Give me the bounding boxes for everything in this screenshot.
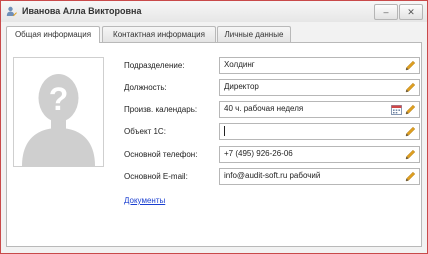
close-button[interactable]: ✕ xyxy=(399,4,423,20)
tab-contact-info[interactable]: Контактная информация xyxy=(102,26,216,42)
text-cursor xyxy=(224,126,225,136)
pencil-icon[interactable] xyxy=(405,104,416,115)
calendar-field[interactable]: 40 ч. рабочая неделя xyxy=(219,101,420,118)
position-label: Должность: xyxy=(124,83,167,92)
title-bar[interactable]: Иванова Алла Викторовна ‒ ✕ xyxy=(1,1,427,22)
tab-personal-data[interactable]: Личные данные xyxy=(217,26,291,42)
object1c-label: Объект 1С: xyxy=(124,127,166,136)
window-title: Иванова Алла Викторовна xyxy=(22,6,142,16)
department-label: Подразделение: xyxy=(124,61,185,70)
employee-photo[interactable]: ? xyxy=(13,57,104,167)
phone-value: +7 (495) 926-26-06 xyxy=(224,149,293,158)
email-label: Основной E-mail: xyxy=(124,172,188,181)
tab-general-info[interactable]: Общая информация xyxy=(6,26,100,43)
phone-field[interactable]: +7 (495) 926-26-06 xyxy=(219,146,420,163)
calendar-label: Произв. календарь: xyxy=(124,105,198,114)
general-info-panel: ? Подразделение: Холдинг Должность: Дире… xyxy=(6,42,422,247)
pencil-icon[interactable] xyxy=(405,82,416,93)
position-value: Директор xyxy=(224,82,259,91)
svg-text:?: ? xyxy=(49,81,69,117)
pencil-icon[interactable] xyxy=(405,60,416,71)
pencil-icon[interactable] xyxy=(405,126,416,137)
pencil-icon[interactable] xyxy=(405,149,416,160)
email-value: info@audit-soft.ru рабочий xyxy=(224,171,321,180)
avatar-placeholder-icon: ? xyxy=(22,74,95,166)
calendar-value: 40 ч. рабочая неделя xyxy=(224,104,304,113)
department-value: Холдинг xyxy=(224,60,255,69)
minimize-button[interactable]: ‒ xyxy=(374,4,398,20)
user-edit-icon xyxy=(6,6,17,17)
pencil-icon[interactable] xyxy=(405,171,416,182)
department-field[interactable]: Холдинг xyxy=(219,57,420,74)
calendar-icon[interactable] xyxy=(391,104,402,115)
documents-link[interactable]: Документы xyxy=(124,196,165,205)
object1c-field[interactable] xyxy=(219,123,420,140)
employee-card-window: Иванова Алла Викторовна ‒ ✕ Общая информ… xyxy=(0,0,428,254)
position-field[interactable]: Директор xyxy=(219,79,420,96)
email-field[interactable]: info@audit-soft.ru рабочий xyxy=(219,168,420,185)
phone-label: Основной телефон: xyxy=(124,150,198,159)
